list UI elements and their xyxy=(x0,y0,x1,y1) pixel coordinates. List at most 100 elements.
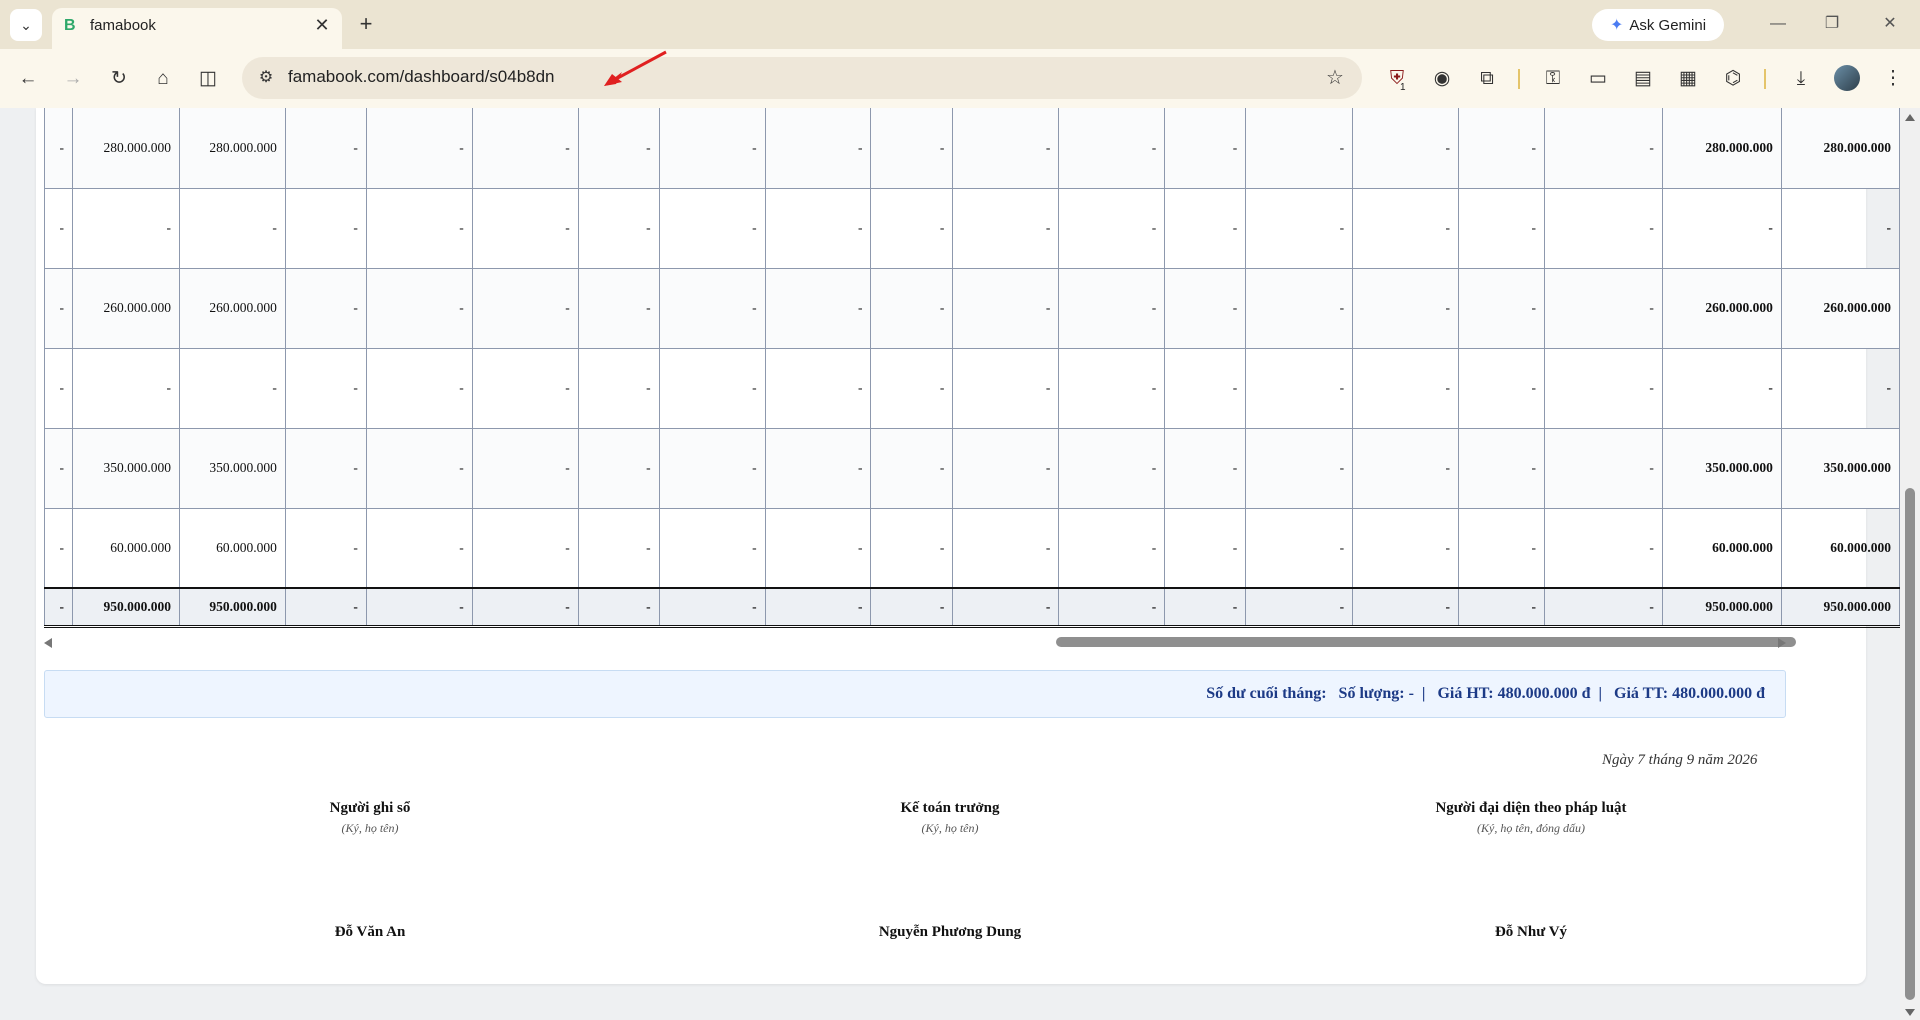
signature-hint: (Ký, họ tên) xyxy=(341,821,399,835)
new-tab-button[interactable]: + xyxy=(352,10,380,38)
table-cell: - xyxy=(365,427,473,509)
table-row: -280.000.000 280.000.000- - - - - - - - - - - - - -280… xyxy=(44,108,1900,189)
table-cell: - xyxy=(284,187,367,269)
table-cell: - xyxy=(1352,267,1460,349)
vertical-scroll-thumb[interactable] xyxy=(1905,488,1915,1000)
toolbar-separator xyxy=(1764,69,1766,89)
restore-button[interactable]: ❐ xyxy=(1812,10,1852,38)
table-cell: - xyxy=(1058,187,1166,269)
table-cell: - xyxy=(764,187,872,269)
url-text[interactable]: famabook.com/dashboard/s04b8dn xyxy=(288,67,555,87)
signature-role: Người ghi sổ xyxy=(329,800,411,816)
puzzle-extensions-icon[interactable]: ⧉ xyxy=(1474,66,1500,92)
table-row: ------------------- xyxy=(44,347,1900,429)
table-cell: - xyxy=(577,108,660,189)
table-cell: - xyxy=(1164,347,1247,429)
table-cell: - xyxy=(284,427,367,509)
table-cell: - xyxy=(471,267,579,349)
table-cell: - xyxy=(44,108,73,189)
summary-quantity: Số lượng: - xyxy=(1338,685,1414,702)
table-cell: - xyxy=(471,347,579,429)
table-cell: - xyxy=(1164,427,1247,509)
minimize-button[interactable]: — xyxy=(1758,10,1798,38)
table-cell: - xyxy=(1458,427,1545,509)
scroll-up-icon[interactable] xyxy=(1905,114,1915,121)
table-cell: - xyxy=(577,427,660,509)
total-row: -950.000.000 950.000.000- - - - - - - - - - - - - -950… xyxy=(44,587,1900,628)
table-cell: 60.000.000 xyxy=(71,507,180,589)
total-cell: 950.000.000 xyxy=(71,587,180,628)
annotation-arrow-icon xyxy=(604,50,667,86)
table-cell: - xyxy=(44,187,73,269)
kebab-menu-icon[interactable]: ⋮ xyxy=(1880,66,1906,92)
compass-extension-icon[interactable]: ◉ xyxy=(1429,66,1455,92)
browser-titlebar: ⌄ B famabook ✕ + ✦ Ask Gemini — ❐ ✕ xyxy=(0,0,1920,49)
total-cell: - xyxy=(577,587,660,628)
close-icon[interactable]: ✕ xyxy=(310,13,334,37)
horizontal-scroll-thumb[interactable] xyxy=(1056,637,1796,647)
table-cell: - xyxy=(471,187,579,269)
credit-card-icon[interactable]: ▭ xyxy=(1585,66,1611,92)
back-arrow-icon[interactable]: ← xyxy=(15,66,41,92)
table-cell: - xyxy=(178,347,286,429)
table-cell: 260.000.000 xyxy=(1780,267,1900,349)
profile-avatar[interactable] xyxy=(1834,65,1860,91)
scroll-right-icon[interactable] xyxy=(1778,638,1786,648)
table-cell: 280.000.000 xyxy=(1780,108,1900,189)
summary-separator: | xyxy=(1421,685,1426,702)
site-settings-icon[interactable]: ⚙ xyxy=(254,66,278,90)
key-icon[interactable]: ⚿ xyxy=(1540,66,1566,92)
table-cell: - xyxy=(1780,347,1900,429)
table-cell: - xyxy=(471,427,579,509)
reading-mode-icon[interactable]: ▤ xyxy=(1630,66,1656,92)
tab-search-button[interactable]: ⌄ xyxy=(10,9,42,41)
split-view-icon[interactable]: ◫ xyxy=(195,66,221,92)
total-cell: - xyxy=(1543,587,1663,628)
extension-badge: 1 xyxy=(1400,82,1406,93)
table-cell: - xyxy=(577,507,660,589)
table-cell: - xyxy=(1352,427,1460,509)
total-cell: - xyxy=(365,587,473,628)
table-cell: 260.000.000 xyxy=(1661,267,1782,349)
table-cell: - xyxy=(952,347,1060,429)
home-icon[interactable]: ⌂ xyxy=(150,66,176,92)
scroll-down-icon[interactable] xyxy=(1905,1009,1915,1016)
table-icon[interactable]: ▦ xyxy=(1675,66,1701,92)
reload-icon[interactable]: ↻ xyxy=(106,66,132,92)
table-cell: - xyxy=(658,267,766,349)
table-cell: - xyxy=(1543,267,1663,349)
download-icon[interactable]: ⤓ xyxy=(1788,66,1814,92)
signature-role: Kế toán trưởng xyxy=(900,800,1000,816)
table-cell: - xyxy=(1245,427,1354,509)
table-cell: - xyxy=(658,507,766,589)
table-cell: - xyxy=(471,108,579,189)
table-cell: - xyxy=(284,507,367,589)
ask-gemini-label: Ask Gemini xyxy=(1629,16,1707,34)
table-cell: - xyxy=(577,347,660,429)
table-cell: - xyxy=(1245,507,1354,589)
incognito-icon[interactable]: ⌬ xyxy=(1720,66,1746,92)
table-cell: - xyxy=(1458,347,1545,429)
table-cell: 60.000.000 xyxy=(1780,507,1900,589)
report-date: Ngày 7 tháng 9 năm 2026 xyxy=(1602,752,1758,768)
table-cell: - xyxy=(658,108,766,189)
vertical-scrollbar[interactable] xyxy=(1900,108,1920,1020)
browser-tab[interactable]: B famabook ✕ xyxy=(52,8,342,49)
horizontal-scrollbar[interactable] xyxy=(44,636,1796,650)
close-window-button[interactable]: ✕ xyxy=(1870,10,1910,38)
ask-gemini-button[interactable]: ✦ Ask Gemini xyxy=(1592,9,1724,41)
star-icon[interactable]: ☆ xyxy=(1322,65,1348,91)
table-cell: - xyxy=(1543,507,1663,589)
table-cell: - xyxy=(764,347,872,429)
shield-extension-icon[interactable]: ⛨ xyxy=(1384,66,1410,92)
table-cell: - xyxy=(1245,108,1354,189)
address-bar[interactable]: ⚙ famabook.com/dashboard/s04b8dn ☆ xyxy=(242,57,1362,99)
table-cell: 60.000.000 xyxy=(178,507,286,589)
table-cell: - xyxy=(870,187,954,269)
chevron-down-icon: ⌄ xyxy=(20,16,32,33)
forward-arrow-icon[interactable]: → xyxy=(60,66,86,92)
table-cell: - xyxy=(284,108,367,189)
scroll-left-icon[interactable] xyxy=(44,638,52,648)
table-cell: - xyxy=(870,427,954,509)
table-cell: - xyxy=(952,267,1060,349)
